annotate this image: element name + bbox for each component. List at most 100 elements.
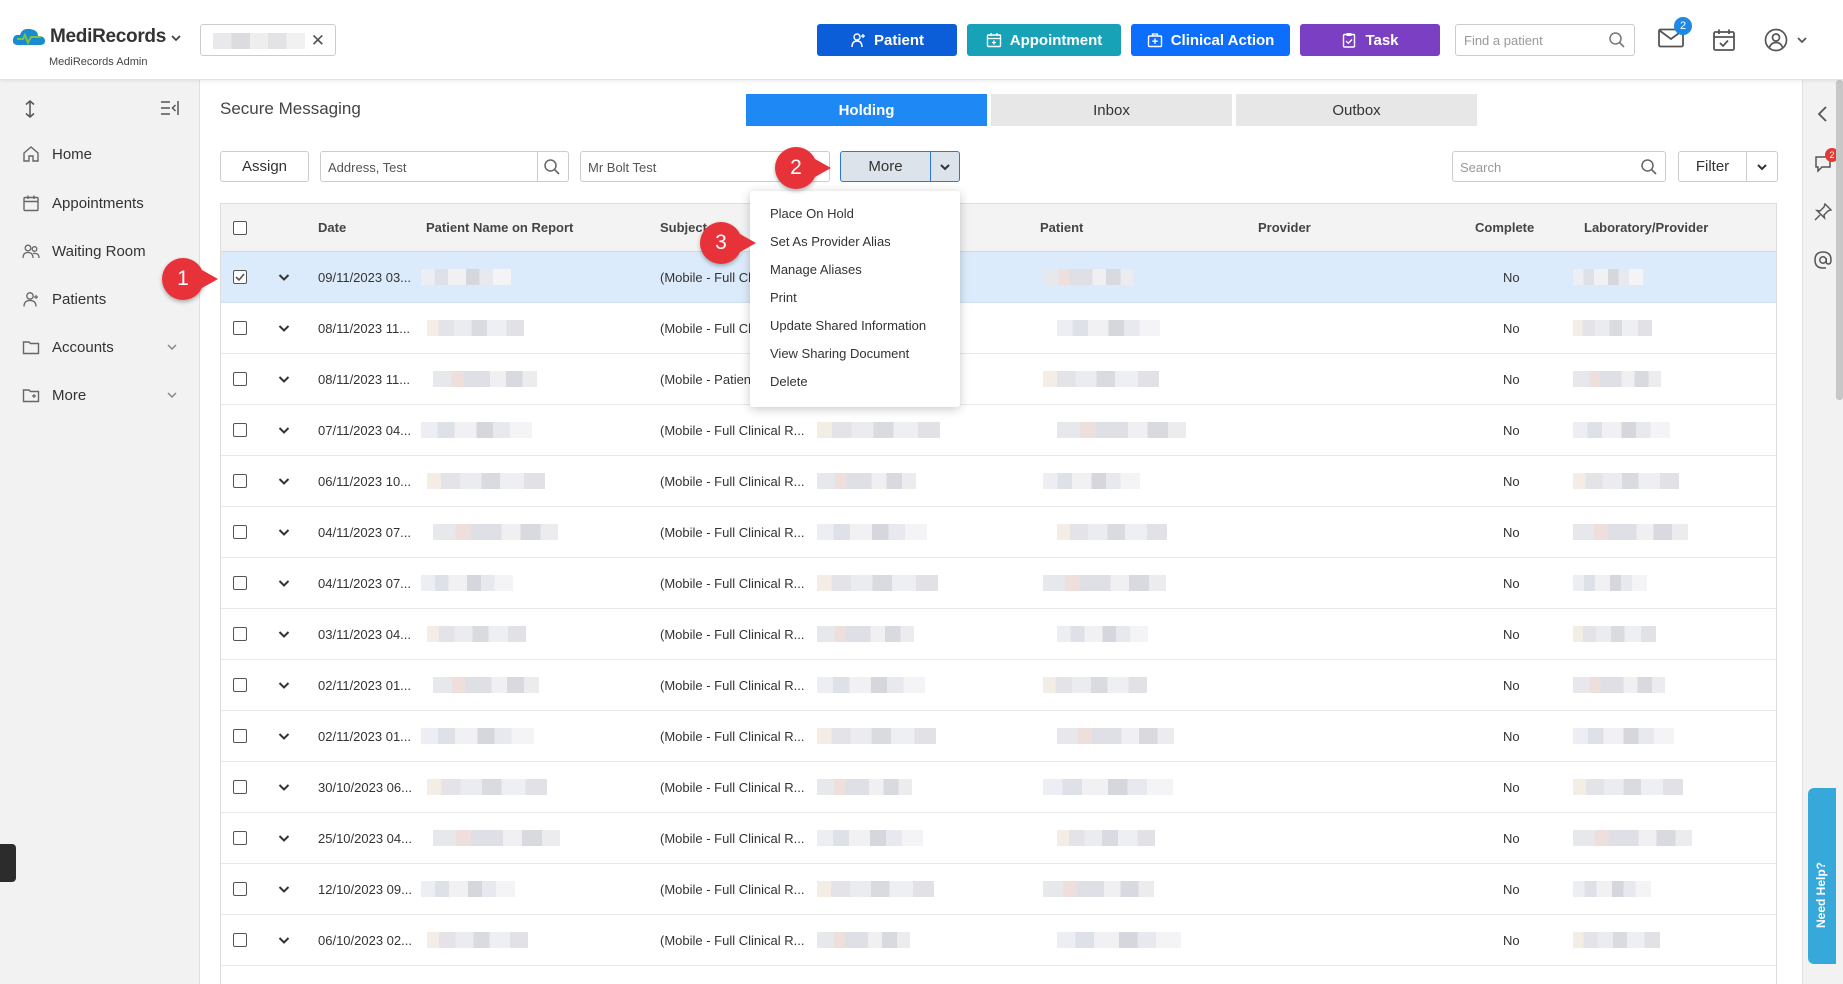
tab-inbox[interactable]: Inbox <box>991 94 1232 126</box>
row-checkbox[interactable] <box>233 831 247 845</box>
floating-tool-handle[interactable] <box>0 844 16 882</box>
table-row[interactable]: 02/11/2023 01... (Mobile - Full Clinical … <box>221 711 1776 762</box>
row-checkbox[interactable] <box>233 372 247 386</box>
menu-item-set-as-provider-alias[interactable]: Set As Provider Alias <box>750 230 960 258</box>
chevron-down-icon[interactable] <box>1747 162 1777 172</box>
tab-outbox[interactable]: Outbox <box>1236 94 1477 126</box>
table-row[interactable]: 03/11/2023 04... (Mobile - Full Clinical … <box>221 609 1776 660</box>
chevron-down-icon[interactable] <box>1796 35 1808 45</box>
table-row[interactable]: 25/10/2023 04... (Mobile - Full Clinical … <box>221 813 1776 864</box>
filter-button[interactable]: Filter <box>1678 151 1778 182</box>
row-checkbox[interactable] <box>233 474 247 488</box>
search-input[interactable]: Search <box>1452 151 1666 182</box>
row-checkbox[interactable] <box>233 882 247 896</box>
row-checkbox[interactable] <box>233 321 247 335</box>
sidebar-item-more[interactable]: More <box>0 375 200 415</box>
filter-label: Filter <box>1679 152 1747 181</box>
expand-row-chevron-icon[interactable] <box>278 936 290 945</box>
table-row[interactable]: 09/11/2023 03... (Mobile - Full Cli No <box>221 252 1776 303</box>
row-checkbox[interactable] <box>233 678 247 692</box>
expand-row-chevron-icon[interactable] <box>278 324 290 333</box>
more-actions-dropdown[interactable]: More <box>840 151 960 182</box>
redacted-subject-detail <box>817 779 912 795</box>
patient-address-search[interactable]: Address, Test <box>320 151 569 182</box>
calendar-check-icon[interactable] <box>1712 28 1736 52</box>
column-provider[interactable]: Provider <box>1258 220 1311 235</box>
user-account-icon[interactable] <box>1764 28 1788 52</box>
find-patient-input[interactable]: Find a patient <box>1455 24 1635 56</box>
expand-row-chevron-icon[interactable] <box>278 528 290 537</box>
select-all-checkbox[interactable] <box>233 221 247 235</box>
table-row[interactable]: 07/11/2023 04... (Mobile - Full Clinical … <box>221 405 1776 456</box>
menu-item-view-sharing-document[interactable]: View Sharing Document <box>750 342 960 370</box>
menu-item-update-shared-information[interactable]: Update Shared Information <box>750 314 960 342</box>
sidebar-item-accounts[interactable]: Accounts <box>0 327 200 367</box>
context-tag[interactable]: ✕ <box>200 24 336 56</box>
chevron-left-icon[interactable] <box>1813 104 1833 124</box>
pin-icon[interactable] <box>1813 202 1833 222</box>
table-row[interactable]: 30/10/2023 06... (Mobile - Full Clinical … <box>221 762 1776 813</box>
row-checkbox[interactable] <box>233 423 247 437</box>
search-icon[interactable] <box>1640 158 1658 176</box>
medirecords-logo[interactable]: MediRecords <box>12 26 166 48</box>
table-row[interactable]: 06/10/2023 02... (Mobile - Full Clinical … <box>221 915 1776 966</box>
table-row[interactable]: 12/10/2023 09... (Mobile - Full Clinical … <box>221 864 1776 915</box>
row-checkbox[interactable] <box>233 627 247 641</box>
add-task-button[interactable]: Task <box>1300 24 1440 56</box>
at-sign-icon[interactable] <box>1813 250 1833 270</box>
menu-item-manage-aliases[interactable]: Manage Aliases <box>750 258 960 286</box>
chevron-down-icon <box>167 392 177 399</box>
search-icon[interactable] <box>543 158 561 176</box>
clinical-action-button[interactable]: Clinical Action <box>1131 24 1290 56</box>
column-date[interactable]: Date <box>318 220 346 235</box>
expand-row-chevron-icon[interactable] <box>278 630 290 639</box>
expand-row-chevron-icon[interactable] <box>278 375 290 384</box>
row-checkbox[interactable] <box>233 525 247 539</box>
expand-row-chevron-icon[interactable] <box>278 579 290 588</box>
expand-row-chevron-icon[interactable] <box>278 732 290 741</box>
search-icon[interactable] <box>1608 31 1626 49</box>
add-appointment-button[interactable]: Appointment <box>967 24 1121 56</box>
row-checkbox[interactable] <box>233 576 247 590</box>
menu-item-delete[interactable]: Delete <box>750 370 960 398</box>
row-checkbox[interactable] <box>233 933 247 947</box>
chevron-down-icon[interactable] <box>170 32 182 44</box>
need-help-button[interactable]: Need Help? <box>1808 788 1836 964</box>
tab-holding[interactable]: Holding <box>746 94 987 126</box>
row-checkbox[interactable] <box>233 270 247 284</box>
table-row[interactable]: 04/11/2023 07... (Mobile - Full Clinical … <box>221 507 1776 558</box>
expand-row-chevron-icon[interactable] <box>278 477 290 486</box>
row-checkbox[interactable] <box>233 729 247 743</box>
table-row[interactable]: 08/11/2023 11... (Mobile - Patien No <box>221 354 1776 405</box>
redacted-patient-name-on-report <box>421 422 532 438</box>
cell-complete: No <box>1503 627 1520 642</box>
assign-button[interactable]: Assign <box>220 151 309 182</box>
sidebar-item-home[interactable]: Home <box>0 134 200 174</box>
column-complete[interactable]: Complete <box>1475 220 1534 235</box>
close-icon[interactable]: ✕ <box>311 31 325 51</box>
row-checkbox[interactable] <box>233 780 247 794</box>
expand-row-chevron-icon[interactable] <box>278 426 290 435</box>
collapse-sidebar-icon[interactable] <box>160 100 180 116</box>
expand-row-chevron-icon[interactable] <box>278 783 290 792</box>
chevron-down-icon[interactable] <box>931 152 959 181</box>
add-patient-button[interactable]: Patient <box>817 24 957 56</box>
table-row[interactable]: 06/11/2023 10... (Mobile - Full Clinical … <box>221 456 1776 507</box>
redacted-patient-name-on-report <box>427 779 547 795</box>
menu-item-print[interactable]: Print <box>750 286 960 314</box>
expand-row-chevron-icon[interactable] <box>278 681 290 690</box>
sidebar-item-appointments[interactable]: Appointments <box>0 183 200 223</box>
expand-row-chevron-icon[interactable] <box>278 273 290 282</box>
column-laboratory-provider[interactable]: Laboratory/Provider <box>1584 220 1708 235</box>
resize-vertical-icon[interactable] <box>22 100 38 118</box>
column-subject[interactable]: Subject <box>660 220 707 235</box>
expand-row-chevron-icon[interactable] <box>278 885 290 894</box>
table-row[interactable]: 02/11/2023 01... (Mobile - Full Clinical … <box>221 660 1776 711</box>
table-row[interactable]: 08/11/2023 11... (Mobile - Full Cli No <box>221 303 1776 354</box>
page-scrollbar[interactable] <box>1836 80 1843 400</box>
table-row[interactable]: 04/11/2023 07... (Mobile - Full Clinical … <box>221 558 1776 609</box>
menu-item-place-on-hold[interactable]: Place On Hold <box>750 202 960 230</box>
expand-row-chevron-icon[interactable] <box>278 834 290 843</box>
column-patient[interactable]: Patient <box>1040 220 1083 235</box>
column-patient-name-on-report[interactable]: Patient Name on Report <box>426 220 573 235</box>
